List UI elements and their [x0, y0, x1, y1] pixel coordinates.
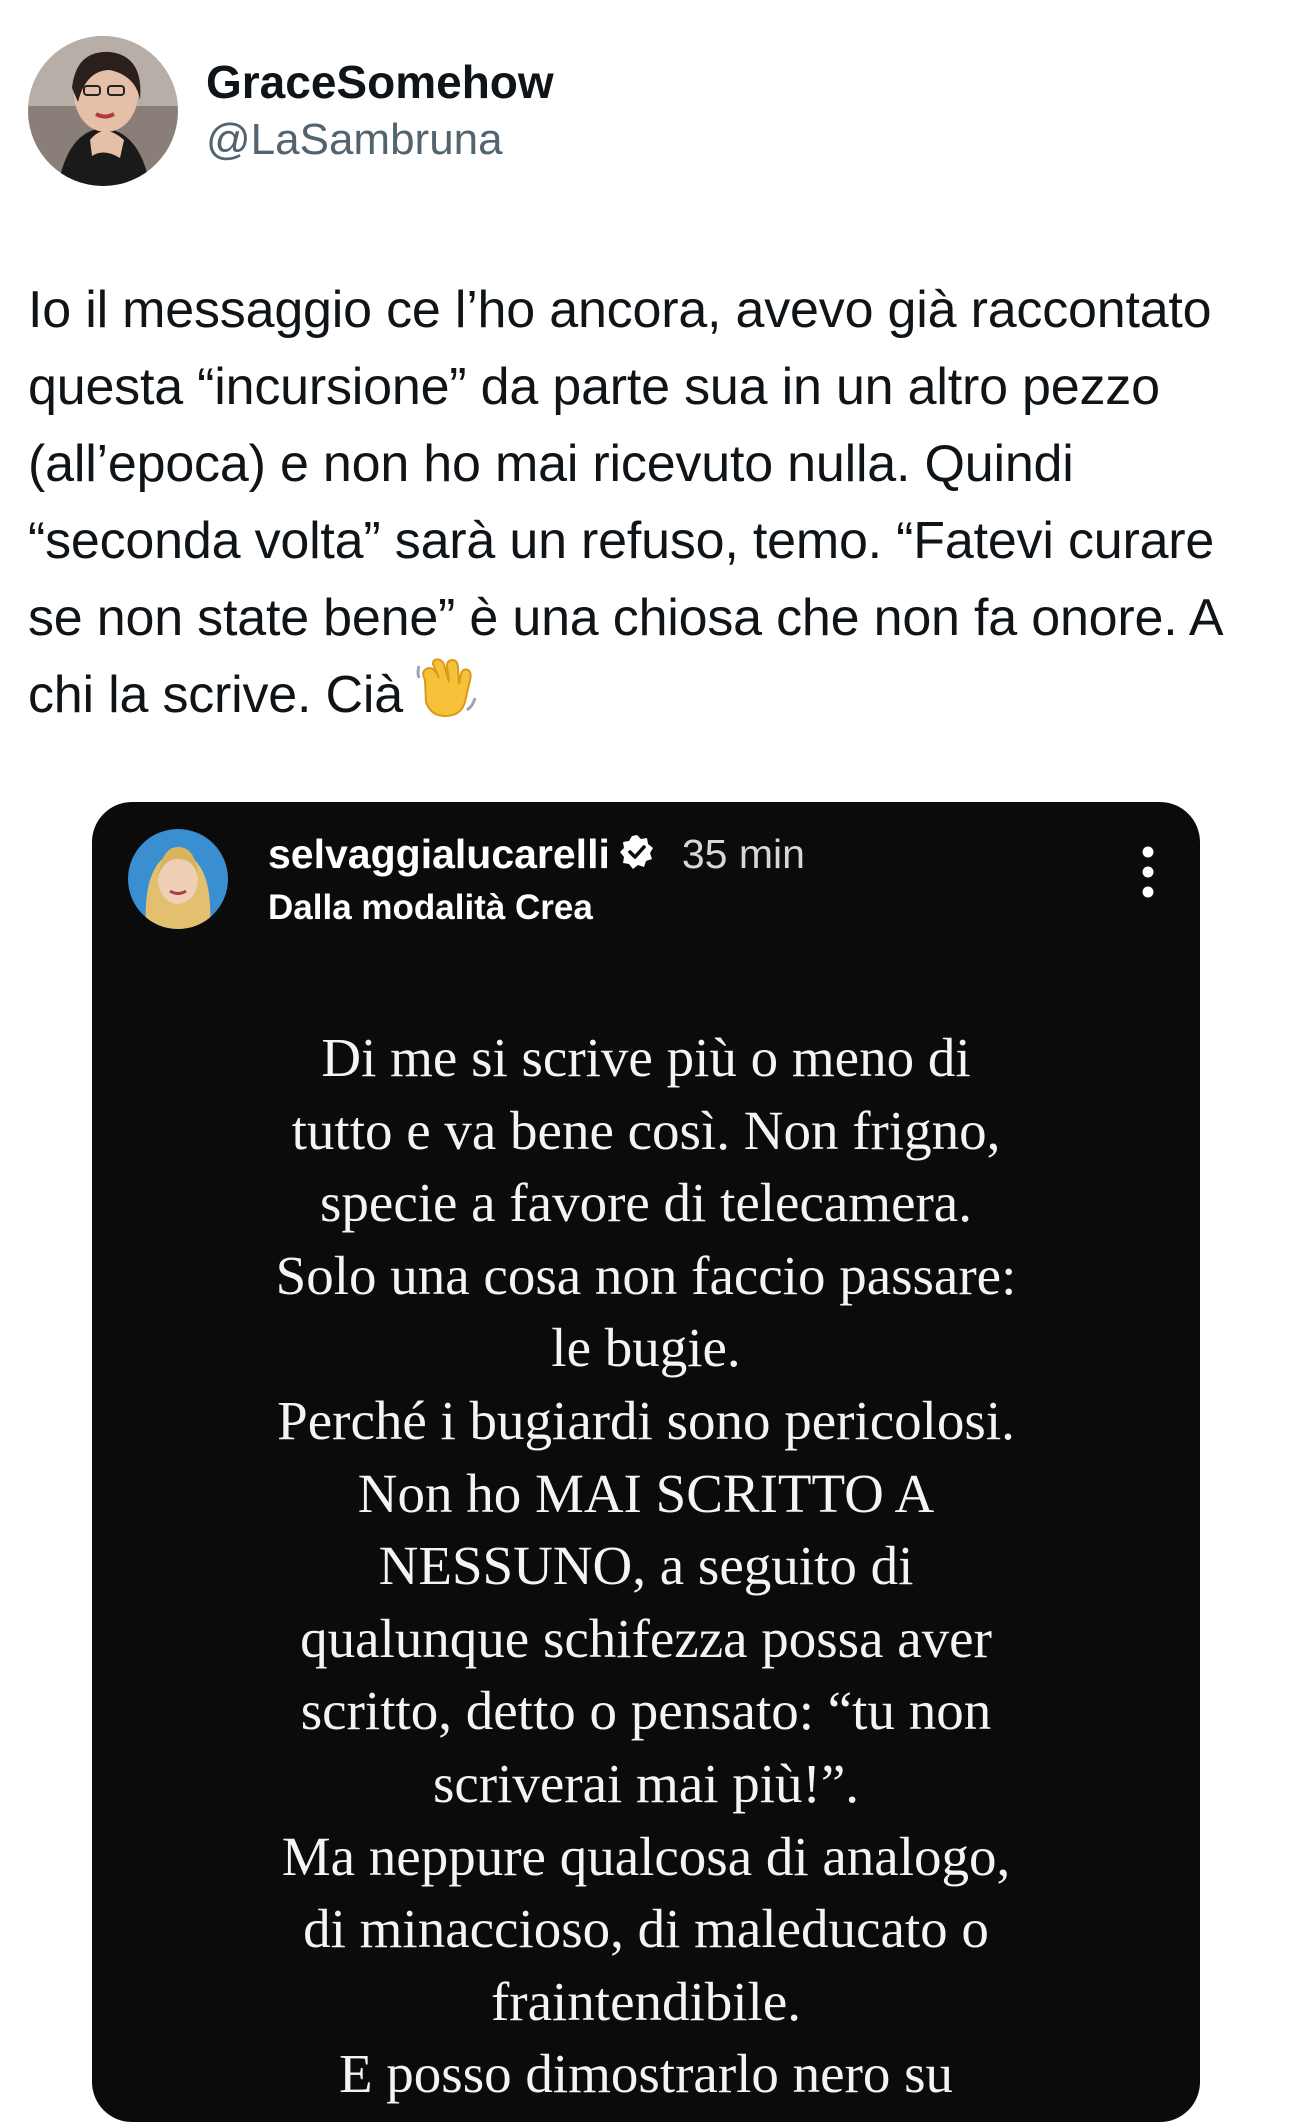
tweet-text: Io il messaggio ce l’ho ancora, avevo gi…	[28, 272, 1258, 742]
story-top-line: selvaggialucarelli 35 min	[268, 825, 805, 883]
story-screenshot[interactable]: selvaggialucarelli 35 min Dalla modalità…	[92, 802, 1200, 2122]
story-line: NESSUNO, a seguito di	[378, 1535, 914, 1597]
story-line: Non ho MAI SCRITTO A	[357, 1462, 935, 1524]
author-display-name[interactable]: GraceSomehow	[206, 53, 554, 111]
story-line: specie a favore di telecamera.	[320, 1172, 972, 1234]
story-line: tutto e va bene così. Non frigno,	[291, 1099, 1001, 1161]
story-text: Di me si scrive più o meno di tutto e va…	[132, 1022, 1160, 2111]
story-header: selvaggialucarelli 35 min Dalla modalità…	[128, 824, 1164, 934]
story-username: selvaggialucarelli	[268, 831, 610, 877]
story-time: 35 min	[681, 831, 805, 877]
story-line: Di me si scrive più o meno di	[321, 1027, 971, 1088]
story-line: le bugie.	[551, 1317, 741, 1379]
more-vertical-icon[interactable]	[1138, 844, 1158, 900]
story-line: Ma neppure qualcosa di analogo,	[281, 1825, 1011, 1887]
story-line: fraintendibile.	[490, 1970, 802, 2032]
story-line: Perché i bugiardi sono pericolosi.	[277, 1389, 1015, 1451]
verified-badge-icon	[618, 833, 656, 876]
waving-hand-icon	[415, 658, 477, 742]
author-avatar[interactable]	[28, 36, 178, 186]
author-handle[interactable]: @LaSambruna	[206, 111, 554, 169]
story-line: scriverai mai più!”.	[432, 1752, 860, 1814]
story-line: di minaccioso, di maleducato o	[303, 1898, 989, 1960]
story-meta: selvaggialucarelli 35 min Dalla modalità…	[268, 825, 805, 933]
author-names: GraceSomehow @LaSambruna	[206, 53, 554, 169]
story-line: scritto, detto o pensato: “tu non	[300, 1680, 992, 1742]
story-line: Solo una cosa non faccio passare:	[275, 1244, 1017, 1306]
story-line: E posso dimostrarlo nero su	[338, 2043, 954, 2105]
story-avatar	[128, 829, 228, 929]
story-subtitle: Dalla modalità Crea	[268, 888, 593, 927]
story-line: qualunque schifezza possa aver	[300, 1607, 992, 1669]
tweet-header: GraceSomehow @LaSambruna	[28, 36, 554, 186]
tweet-body: Io il messaggio ce l’ho ancora, avevo gi…	[28, 281, 1221, 724]
